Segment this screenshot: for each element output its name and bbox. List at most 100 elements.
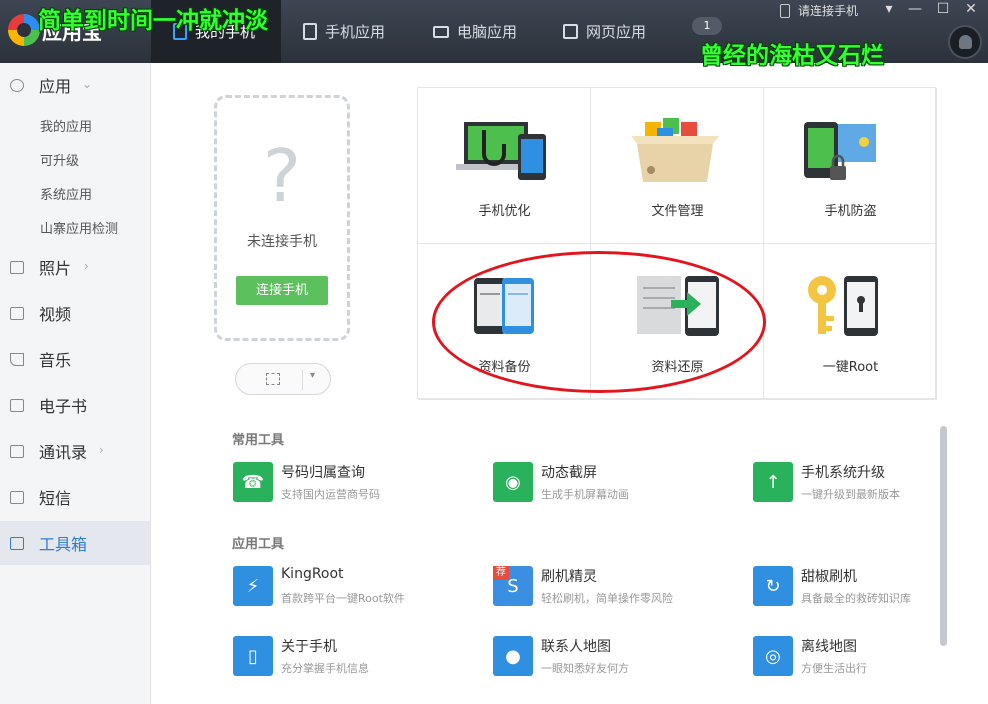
tool-desc: 一眼知悉好友何方	[541, 662, 629, 675]
grid-item-anti-theft[interactable]: 手机防盗	[764, 88, 937, 244]
screenshot-button[interactable]: ▾	[235, 363, 331, 395]
close-icon[interactable]: ✕	[961, 1, 981, 17]
sidebar-item-video[interactable]: 视频	[0, 291, 150, 335]
tool-desc: 首款跨平台一键Root软件	[281, 592, 405, 605]
tab-label: 手机应用	[325, 23, 386, 41]
phone-lock-icon	[804, 122, 876, 180]
section-title-common-tools: 常用工具	[232, 433, 285, 448]
sidebar-subitem-upgradable[interactable]: 可升级	[40, 150, 79, 169]
connect-hint-label: 请连接手机	[798, 4, 859, 18]
tool-desc: 具备最全的救砖知识库	[801, 592, 911, 605]
tool-dynamic-screenshot[interactable]: ◉ 动态截屏 生成手机屏幕动画	[493, 460, 733, 504]
tab-mobile-apps[interactable]: 手机应用	[281, 0, 411, 63]
grid-item-file-manager[interactable]: 文件管理	[591, 88, 764, 244]
tool-name: 甜椒刷机	[801, 569, 857, 585]
question-mark-icon: ?	[262, 134, 302, 218]
sidebar-item-toolbox[interactable]: 工具箱	[0, 521, 150, 565]
message-icon	[10, 490, 24, 504]
title-bar: 应用宝 我的手机 手机应用 电脑应用 网页应用 1 请连接手机 ▾ — ☐ ✕ …	[0, 0, 988, 69]
vertical-scrollbar[interactable]	[940, 426, 947, 646]
sidebar-subitem-system-apps[interactable]: 系统应用	[40, 184, 92, 203]
tool-name: 联系人地图	[541, 639, 611, 655]
tool-kingroot[interactable]: ⚡ KingRoot 首款跨平台一键Root软件	[233, 564, 473, 608]
sidebar-item-label: 应用	[39, 77, 72, 96]
user-avatar[interactable]	[948, 25, 982, 59]
chevron-right-icon: ›	[99, 443, 104, 457]
sidebar-item-label: 电子书	[39, 397, 88, 416]
tool-tianjiao-flash[interactable]: ↻ 甜椒刷机 具备最全的救砖知识库	[753, 564, 988, 608]
file-box-icon	[631, 118, 719, 182]
sidebar-subitem-fake-app-check[interactable]: 山寨应用检测	[40, 218, 118, 237]
sidebar-item-apps[interactable]: 应用 ⌄	[0, 63, 150, 107]
tool-name: 关于手机	[281, 639, 337, 655]
tool-name: 离线地图	[801, 639, 857, 655]
sidebar-item-label: 音乐	[39, 351, 72, 370]
minimize-icon[interactable]: —	[905, 1, 925, 17]
toolbox-icon	[10, 536, 24, 550]
stethoscope-laptop-icon	[456, 122, 546, 180]
grid-item-phone-optimize[interactable]: 手机优化	[418, 88, 591, 244]
sidebar-item-contacts[interactable]: 通讯录 ›	[0, 429, 150, 473]
tool-desc: 方便生活出行	[801, 662, 867, 675]
tool-desc: 一键升级到最新版本	[801, 488, 900, 501]
tool-name: 手机系统升级	[801, 465, 885, 481]
video-icon	[10, 306, 24, 320]
tab-pc-apps[interactable]: 电脑应用	[411, 0, 541, 63]
phone-upgrade-icon: ↑	[753, 462, 793, 502]
music-icon	[10, 352, 24, 366]
tool-offline-map[interactable]: ◎ 离线地图 方便生活出行	[753, 634, 988, 678]
sidebar-item-label: 照片	[39, 259, 72, 278]
lightning-icon: ⚡	[233, 566, 273, 606]
download-count-badge[interactable]: 1	[692, 17, 722, 35]
tool-name: 刷机精灵	[541, 569, 597, 585]
phone-icon	[780, 3, 790, 18]
sidebar-item-label: 短信	[39, 489, 72, 508]
tool-flash-genius[interactable]: S 荐 刷机精灵 轻松刷机，简单操作零风险	[493, 564, 733, 608]
tool-name: 号码归属查询	[281, 465, 365, 481]
webpage-icon	[563, 24, 578, 39]
screenshot-icon	[266, 373, 280, 385]
menu-dropdown-icon[interactable]: ▾	[879, 1, 899, 17]
apps-icon	[303, 23, 317, 40]
tool-about-phone[interactable]: ▯ 关于手机 充分掌握手机信息	[233, 634, 473, 678]
tool-system-upgrade[interactable]: ↑ 手机系统升级 一键升级到最新版本	[753, 460, 988, 504]
refresh-phone-icon: ↻	[753, 566, 793, 606]
tool-desc: 支持国内运营商号码	[281, 488, 380, 501]
tab-web-apps[interactable]: 网页应用	[541, 0, 671, 63]
chevron-down-icon: ⌄	[82, 77, 93, 91]
connect-phone-hint[interactable]: 请连接手机	[780, 2, 858, 19]
highlight-ellipse-annotation	[432, 251, 766, 393]
app-logo-icon	[8, 14, 40, 46]
grid-item-one-key-root[interactable]: 一键Root	[764, 244, 937, 400]
sidebar-item-music[interactable]: 音乐	[0, 337, 150, 381]
divider	[302, 370, 303, 390]
overlay-caption-left: 简单到时间一冲就冲淡	[38, 8, 268, 34]
tool-contact-map[interactable]: ● 联系人地图 一眼知悉好友何方	[493, 634, 733, 678]
phone-search-icon: ☎	[233, 462, 273, 502]
tab-label: 网页应用	[586, 23, 647, 41]
map-pin-icon: ●	[493, 636, 533, 676]
sidebar-item-sms[interactable]: 短信	[0, 475, 150, 519]
grid-item-label: 一键Root	[822, 360, 879, 375]
tool-number-lookup[interactable]: ☎ 号码归属查询 支持国内运营商号码	[233, 460, 473, 504]
screen-capture-icon: ◉	[493, 462, 533, 502]
tool-name: 动态截屏	[541, 465, 597, 481]
no-phone-status: 未连接手机	[247, 234, 317, 250]
chevron-right-icon: ›	[84, 259, 89, 273]
connect-phone-button[interactable]: 连接手机	[236, 276, 328, 305]
recommend-badge: 荐	[493, 566, 509, 580]
contacts-icon	[10, 444, 24, 458]
sidebar-item-label: 工具箱	[39, 535, 88, 554]
chevron-down-icon[interactable]: ▾	[310, 370, 315, 381]
sidebar: 应用 ⌄ 我的应用 可升级 系统应用 山寨应用检测 照片 › 视频 音乐 电子书…	[0, 63, 151, 704]
key-phone-icon	[808, 276, 878, 336]
sidebar-item-photos[interactable]: 照片 ›	[0, 245, 150, 289]
grid-item-label: 手机防盗	[824, 204, 877, 219]
section-title-app-tools: 应用工具	[232, 537, 285, 552]
sidebar-subitem-my-apps[interactable]: 我的应用	[40, 116, 92, 135]
maximize-icon[interactable]: ☐	[933, 1, 953, 17]
tool-desc: 充分掌握手机信息	[281, 662, 369, 675]
sidebar-item-ebook[interactable]: 电子书	[0, 383, 150, 427]
monitor-icon	[433, 25, 449, 38]
overlay-caption-right: 曾经的海枯又石烂	[700, 43, 884, 69]
